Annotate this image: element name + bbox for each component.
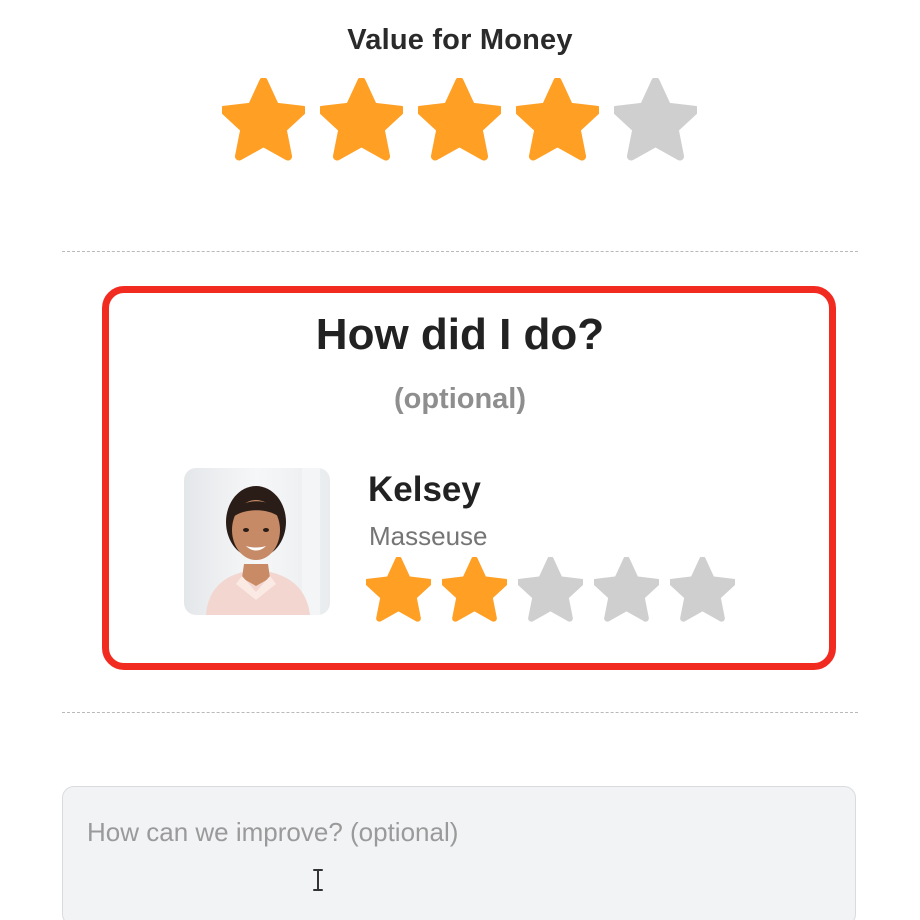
staff-star-4[interactable] [594,557,659,622]
staff-star-1[interactable] [366,557,431,622]
improve-textarea[interactable] [63,787,855,920]
value-for-money-star-3[interactable] [418,78,501,161]
star-empty-icon [670,557,735,622]
star-empty-icon [594,557,659,622]
value-for-money-star-2[interactable] [320,78,403,161]
staff-role: Masseuse [369,521,488,551]
staff-star-2[interactable] [442,557,507,622]
staff-name: Kelsey [368,470,481,509]
staff-section-subtitle: (optional) [393,383,527,415]
star-empty-icon [518,557,583,622]
value-for-money-star-1[interactable] [222,78,305,161]
star-filled-icon [320,78,403,161]
value-for-money-star-5[interactable] [614,78,697,161]
value-for-money-star-4[interactable] [516,78,599,161]
star-empty-icon [614,78,697,161]
star-filled-icon [442,557,507,622]
staff-star-5[interactable] [670,557,735,622]
value-for-money-title: Value for Money [347,24,573,56]
star-filled-icon [222,78,305,161]
text-cursor-icon [313,869,323,891]
person-photo-icon [184,468,330,615]
staff-star-3[interactable] [518,557,583,622]
staff-avatar [184,468,330,615]
divider [62,251,858,252]
divider [62,712,858,713]
star-filled-icon [418,78,501,161]
star-filled-icon [516,78,599,161]
value-for-money-rating[interactable] [222,78,697,161]
staff-rating[interactable] [366,557,735,622]
star-filled-icon [366,557,431,622]
feedback-page: Value for Money How did I do? (optional) [0,0,920,920]
improve-textarea-container [62,786,856,920]
staff-section-title: How did I do? [315,310,605,359]
